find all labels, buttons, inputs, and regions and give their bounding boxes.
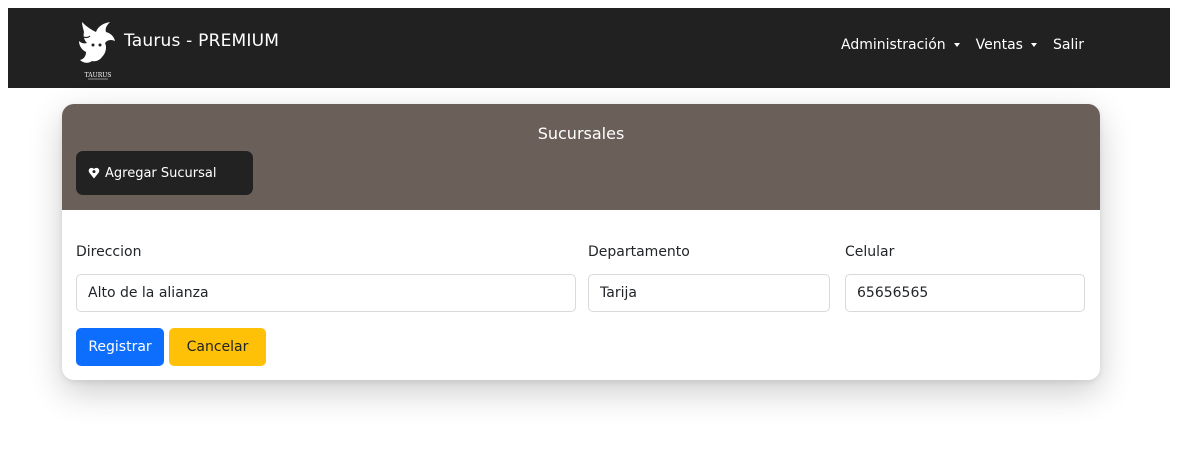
caret-down-icon [953, 43, 960, 47]
add-sucursal-button[interactable]: Agregar Sucursal [76, 151, 253, 195]
registrar-button[interactable]: Registrar [76, 328, 164, 366]
card-header: Sucursales Agregar Sucursal [62, 104, 1100, 210]
nav-item-label: Administración [840, 37, 946, 53]
brand-title: Taurus - PREMIUM [124, 31, 280, 51]
caret-down-icon [1030, 43, 1037, 47]
card-title: Sucursales [537, 124, 625, 143]
nav-item-label: Ventas [975, 37, 1023, 53]
departamento-label: Departamento [588, 244, 690, 260]
celular-label: Celular [845, 244, 895, 260]
navbar: TAURUS Taurus - PREMIUM Administración V… [8, 8, 1170, 88]
map-pin-heart-icon [88, 167, 100, 179]
direccion-input[interactable] [76, 274, 576, 312]
nav-links: Administración Ventas Salir [841, 37, 1084, 53]
celular-input[interactable] [845, 274, 1085, 312]
direccion-label: Direccion [76, 244, 142, 260]
departamento-input[interactable] [588, 274, 830, 312]
add-sucursal-label: Agregar Sucursal [105, 165, 217, 181]
page: TAURUS Taurus - PREMIUM Administración V… [0, 0, 1180, 462]
nav-item-ventas[interactable]: Ventas [976, 37, 1037, 53]
nav-item-label: Salir [1052, 37, 1084, 53]
nav-item-administracion[interactable]: Administración [841, 37, 960, 53]
svg-text:TAURUS: TAURUS [85, 72, 112, 79]
nav-item-salir[interactable]: Salir [1053, 37, 1084, 53]
cancelar-button[interactable]: Cancelar [169, 328, 266, 366]
sucursales-card: Sucursales Agregar Sucursal Direccion De… [62, 104, 1100, 380]
bull-logo-icon: TAURUS [79, 22, 115, 80]
brand-link[interactable]: TAURUS Taurus - PREMIUM [74, 14, 279, 82]
